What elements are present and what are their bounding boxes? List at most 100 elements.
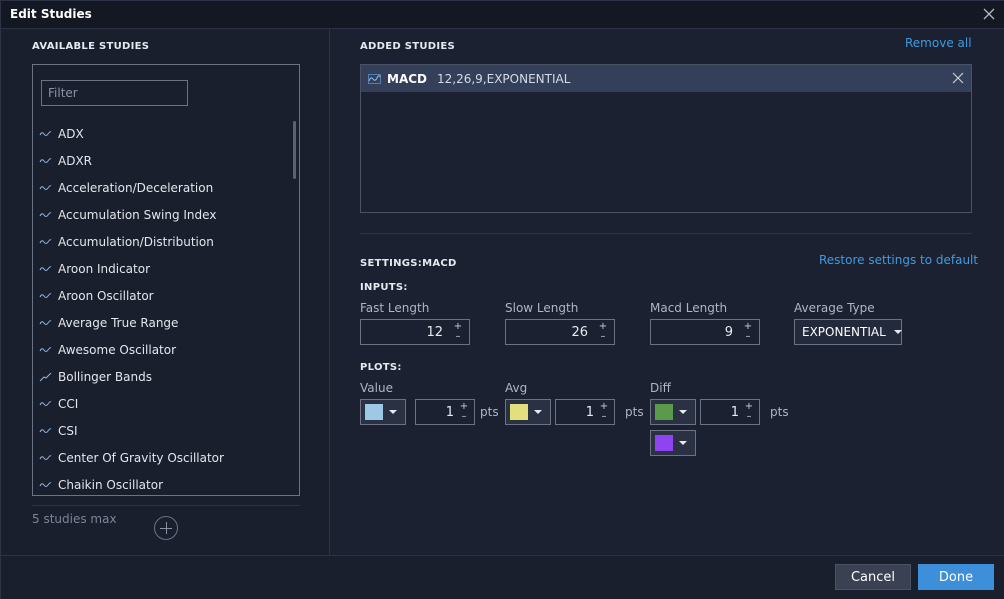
list-scrollbar[interactable] [293,121,296,179]
done-button[interactable]: Done [918,564,994,590]
diff-width-stepper[interactable]: 1 + – [700,399,760,425]
slow-length-value: 26 [571,325,588,340]
study-wave-icon [39,320,52,325]
average-type-select[interactable]: EXPONENTIAL [794,319,902,345]
restore-defaults-link[interactable]: Restore settings to default [819,253,978,267]
study-list-item[interactable]: Accumulation/Distribution [39,232,214,252]
diff-color-picker[interactable] [650,399,696,425]
value-width-value: 1 [445,405,454,420]
settings-divider [360,233,972,234]
study-list-item[interactable]: Center Of Gravity Oscillator [39,448,224,468]
diff-width-value: 1 [730,405,739,420]
cancel-button[interactable]: Cancel [835,564,911,590]
study-list-item-label: ADX [58,127,84,141]
study-list-item-label: Average True Range [58,316,179,330]
studies-max-note: 5 studies max [32,512,117,526]
added-study-name: MACD [387,71,427,86]
title-bar: Edit Studies [1,1,1004,29]
study-wave-icon [39,239,52,244]
study-wave-icon [39,185,52,190]
added-studies-list: MACD 12,26,9,EXPONENTIAL [360,64,972,213]
chevron-down-icon [679,410,687,414]
study-list-item-label: Aroon Indicator [58,262,151,276]
chevron-down-icon [389,410,397,414]
study-list-item-label: Chaikin Oscillator [58,478,164,492]
study-list-item[interactable]: CCI [39,394,78,414]
slow-length-label: Slow Length [505,301,579,315]
study-wave-icon [39,401,52,406]
study-list-item-label: ADXR [58,154,93,168]
study-list-item[interactable]: Bollinger Bands [39,367,152,387]
avg-plot-label: Avg [505,381,528,395]
diff-color2-picker[interactable] [650,430,696,456]
study-list-item[interactable]: CSI [39,421,78,441]
added-study-params: 12,26,9,EXPONENTIAL [437,71,571,86]
avg-color-picker[interactable] [505,399,551,425]
avg-unit: pts [625,405,644,419]
study-wave-icon [39,131,52,136]
study-list-item-label: Bollinger Bands [58,370,152,384]
study-list-item-label: Acceleration/Deceleration [58,181,214,195]
study-list-item-label: Aroon Oscillator [58,289,154,303]
study-list-item-label: Accumulation Swing Index [58,208,217,222]
study-list-item[interactable]: Chaikin Oscillator [39,475,163,495]
added-study-row[interactable]: MACD 12,26,9,EXPONENTIAL [361,65,971,92]
study-list-item-label: CSI [58,424,78,438]
avg-width-value: 1 [585,405,594,420]
fast-length-stepper[interactable]: 12 + – [360,319,470,345]
chevron-down-icon [679,441,687,445]
fast-length-label: Fast Length [360,301,430,315]
study-list-item-label: CCI [58,397,79,411]
decrement-icon[interactable]: – [743,412,755,422]
study-list-item[interactable]: Average True Range [39,313,178,333]
color-swatch [655,435,673,451]
study-list-item-label: Awesome Oscillator [58,343,177,357]
available-studies-list: ADX ADXR Acceleration/Deceleration Accumula… [32,64,300,496]
study-list-item[interactable]: ADXR [39,151,92,171]
filter-input[interactable] [41,80,188,106]
available-studies-heading: AVAILABLE STUDIES [32,41,150,52]
close-icon[interactable] [981,6,997,22]
study-list-item[interactable]: Aroon Indicator [39,259,150,279]
avg-width-stepper[interactable]: 1 + – [555,399,615,425]
value-plot-label: Value [360,381,393,395]
edit-studies-dialog: Edit Studies AVAILABLE STUDIES ADX ADXR Ac… [0,0,1004,599]
decrement-icon[interactable]: – [598,412,610,422]
chevron-down-icon [893,330,902,334]
remove-all-link[interactable]: Remove all [905,36,972,50]
study-list-item[interactable]: ADX [39,124,84,144]
dialog-title: Edit Studies [10,7,92,21]
remove-study-icon[interactable] [951,71,965,85]
decrement-icon[interactable]: – [596,332,610,342]
slow-length-stepper[interactable]: 26 + – [505,319,615,345]
study-wave-icon [39,347,52,352]
study-list-item[interactable]: Awesome Oscillator [39,340,176,360]
decrement-icon[interactable]: – [741,332,755,342]
color-swatch [510,404,528,420]
decrement-icon[interactable]: – [451,332,465,342]
study-list-item[interactable]: Aroon Oscillator [39,286,154,306]
study-wave-icon [39,212,52,217]
macd-length-value: 9 [724,325,733,340]
study-wave-icon [39,428,52,433]
value-color-picker[interactable] [360,399,406,425]
fast-length-value: 12 [426,325,443,340]
diff-plot-label: Diff [650,381,671,395]
study-wave-icon [39,482,52,487]
study-wave-icon [368,73,381,84]
plots-heading: PLOTS: [360,362,402,373]
color-swatch [655,404,673,420]
diff-unit: pts [770,405,789,419]
study-list-item[interactable]: Accumulation Swing Index [39,205,216,225]
decrement-icon[interactable]: – [458,412,470,422]
macd-length-stepper[interactable]: 9 + – [650,319,760,345]
study-trend-icon [39,372,52,382]
study-list-item[interactable]: Acceleration/Deceleration [39,178,213,198]
added-studies-heading: ADDED STUDIES [360,41,456,52]
value-width-stepper[interactable]: 1 + – [415,399,475,425]
average-type-label: Average Type [794,301,875,315]
study-list-item-label: Accumulation/Distribution [58,235,214,249]
add-study-icon[interactable] [154,516,178,540]
study-wave-icon [39,158,52,163]
settings-heading: SETTINGS:MACD [360,258,457,269]
